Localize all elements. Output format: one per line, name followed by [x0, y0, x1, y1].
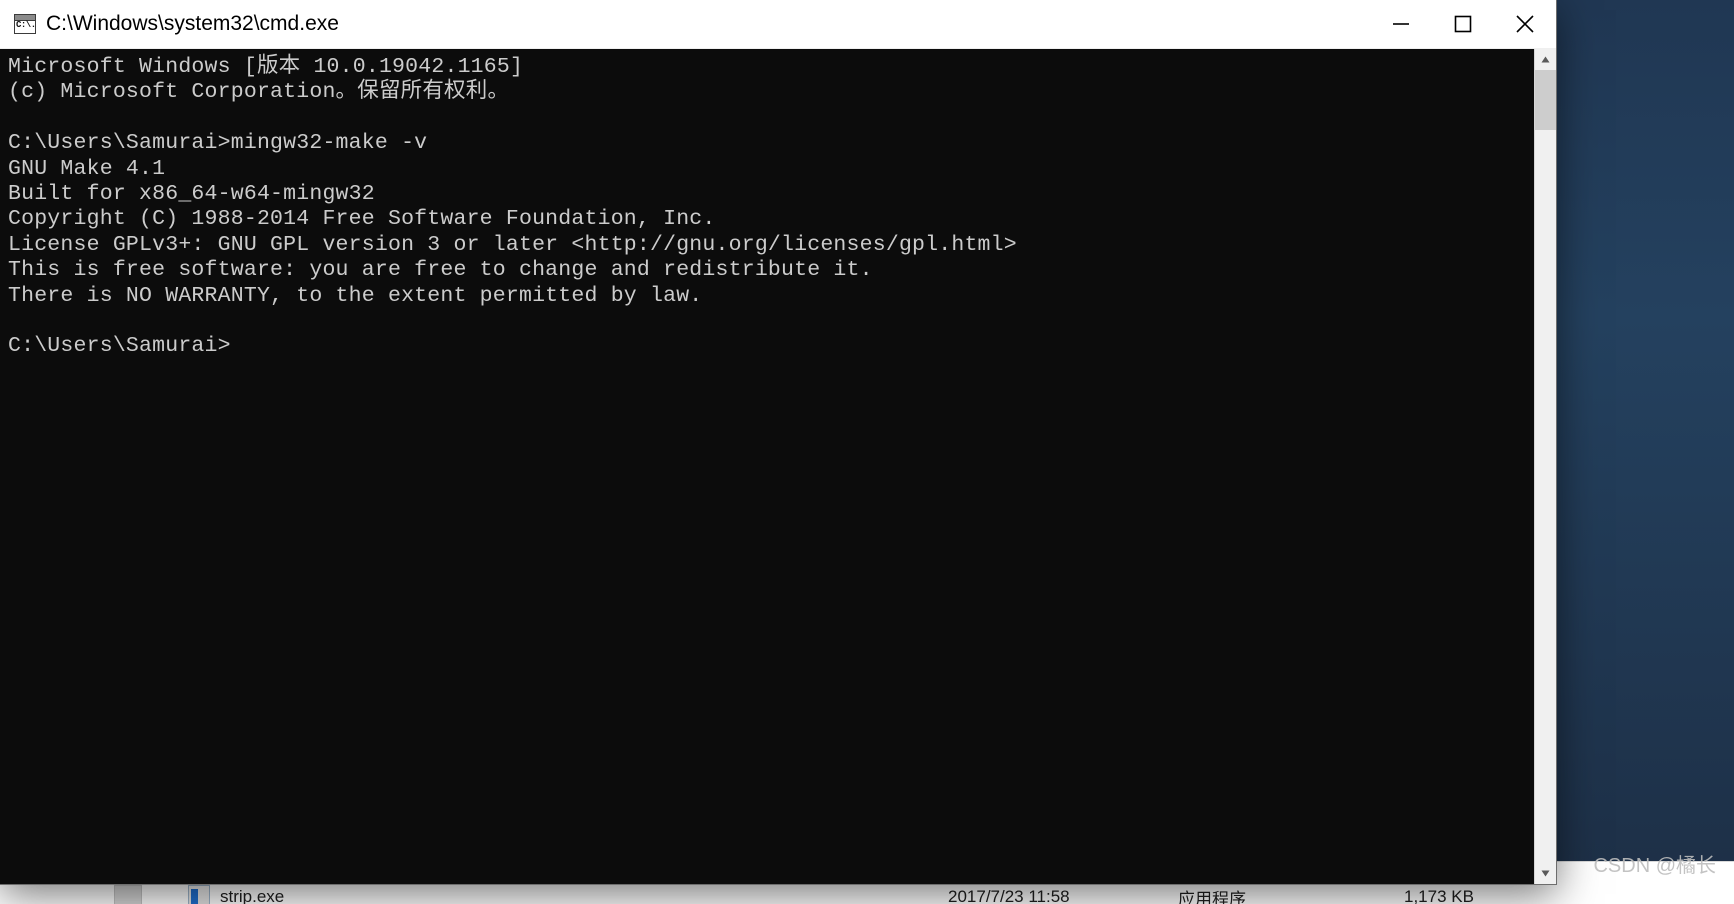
- scroll-up-icon: [1541, 56, 1550, 63]
- terminal-line: Copyright (C) 1988-2014 Free Software Fo…: [8, 207, 716, 232]
- close-button[interactable]: [1494, 0, 1556, 48]
- maximize-icon: [1454, 15, 1472, 33]
- explorer-file-date: 2017/7/23 11:58: [948, 887, 1070, 904]
- terminal-output[interactable]: Microsoft Windows [版本 10.0.19042.1165] (c…: [0, 49, 1534, 884]
- cmd-icon-label: C:\.: [16, 20, 36, 30]
- scrollbar-thumb[interactable]: [1535, 70, 1556, 130]
- explorer-file-row[interactable]: strip.exe 2017/7/23 11:58 应用程序 1,173 KB: [0, 882, 1734, 904]
- application-file-icon: [188, 885, 210, 904]
- terminal-line: Microsoft Windows [版本 10.0.19042.1165]: [8, 55, 524, 79]
- title-bar-left: C:\. C:\Windows\system32\cmd.exe: [0, 12, 339, 36]
- terminal-line: There is NO WARRANTY, to the extent perm…: [8, 283, 703, 308]
- cmd-icon: C:\.: [14, 14, 36, 34]
- cmd-window[interactable]: C:\. C:\Windows\system32\cmd.exe Microso…: [0, 0, 1556, 884]
- terminal-line: Built for x86_64-w64-mingw32: [8, 182, 375, 207]
- csdn-watermark: CSDN @橘长: [1593, 855, 1716, 877]
- title-bar[interactable]: C:\. C:\Windows\system32\cmd.exe: [0, 0, 1556, 49]
- terminal-line: C:\Users\Samurai>mingw32-make -v: [8, 131, 428, 156]
- scroll-up-button[interactable]: [1535, 49, 1556, 70]
- window-controls[interactable]: [1370, 0, 1556, 48]
- minimize-icon: [1393, 23, 1409, 25]
- minimize-button[interactable]: [1370, 0, 1432, 48]
- window-title: C:\Windows\system32\cmd.exe: [46, 12, 339, 35]
- terminal-line: (c) Microsoft Corporation。保留所有权利。: [8, 80, 510, 105]
- terminal-area: Microsoft Windows [版本 10.0.19042.1165] (c…: [0, 49, 1556, 884]
- vertical-scrollbar[interactable]: [1534, 49, 1556, 884]
- terminal-line: This is free software: you are free to c…: [8, 258, 873, 283]
- explorer-file-type: 应用程序: [1178, 889, 1246, 904]
- explorer-tree-toggle[interactable]: [114, 885, 142, 904]
- scrollbar-track[interactable]: [1535, 70, 1556, 863]
- explorer-file-name: strip.exe: [220, 887, 285, 904]
- terminal-line: C:\Users\Samurai>: [8, 334, 231, 359]
- explorer-file-size: 1,173 KB: [1404, 887, 1474, 904]
- terminal-line: License GPLv3+: GNU GPL version 3 or lat…: [8, 232, 1017, 257]
- scroll-down-button[interactable]: [1535, 863, 1556, 884]
- close-icon: [1516, 15, 1534, 33]
- scroll-down-icon: [1541, 870, 1550, 877]
- terminal-line: GNU Make 4.1: [8, 156, 166, 181]
- maximize-button[interactable]: [1432, 0, 1494, 48]
